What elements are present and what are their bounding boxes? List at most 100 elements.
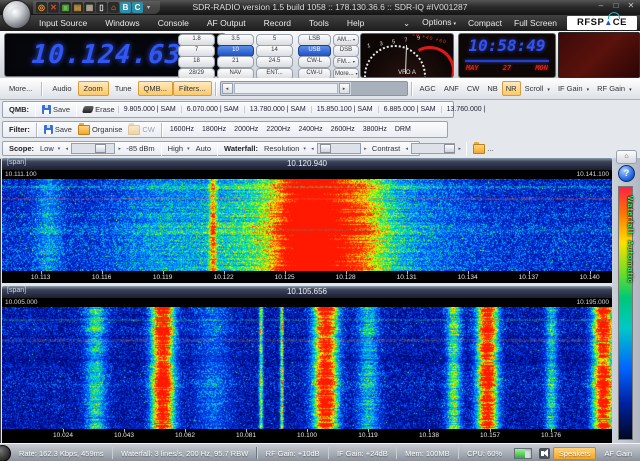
- mode-button-am[interactable]: AM...▾: [333, 34, 359, 46]
- filter-bandwidth-1800hz[interactable]: 1800Hz: [198, 126, 230, 133]
- menu-item-af-output[interactable]: AF Output: [198, 15, 255, 31]
- scope-high-dropdown[interactable]: High▾: [165, 144, 193, 153]
- menu-item-console[interactable]: Console: [149, 15, 198, 31]
- slider-track[interactable]: [411, 143, 455, 154]
- filter-bandwidth-1600hz[interactable]: 1600Hz: [166, 126, 198, 133]
- toolbar-button-qmb[interactable]: QMB...: [138, 81, 173, 96]
- band-button-3.5[interactable]: 3.5: [217, 34, 254, 46]
- qmb-memory-button[interactable]: 13.760.000 |: [441, 106, 491, 113]
- menu-item-help[interactable]: Help: [338, 15, 373, 31]
- filter-bandwidth-2600hz[interactable]: 2600Hz: [327, 126, 359, 133]
- qmb-memory-button[interactable]: 9.805.000 | SAM: [118, 106, 181, 113]
- dsp-toggle-agc[interactable]: AGC: [416, 81, 440, 96]
- scope-auto-button[interactable]: Auto: [193, 144, 214, 153]
- filter-bandwidth-3800hz[interactable]: 3800Hz: [359, 126, 391, 133]
- title-bar[interactable]: ◎✕▣▤▦▯⌂BC▾ SDR-RADIO version 1.5 build 1…: [0, 0, 640, 15]
- dsp-toggle-nb[interactable]: NB: [483, 81, 501, 96]
- tools-icon[interactable]: ✕: [48, 2, 59, 13]
- dsp-toggle-anf[interactable]: ANF: [440, 81, 463, 96]
- mode-button-lsb[interactable]: LSB: [298, 34, 331, 46]
- tuning-scrollbar[interactable]: ◂ ▸: [220, 81, 408, 96]
- monitor-icon[interactable]: ▣: [60, 2, 71, 13]
- qmb-memory-button[interactable]: 6.070.000 | SAM: [181, 106, 244, 113]
- qmb-erase-button[interactable]: Erase: [80, 105, 118, 114]
- waterfall-display-2[interactable]: [2, 307, 612, 429]
- band-button-5[interactable]: 5: [256, 34, 293, 46]
- maximize-button[interactable]: □: [611, 1, 621, 10]
- target-icon[interactable]: ◎: [36, 2, 47, 13]
- menu-item-input-source[interactable]: Input Source: [30, 15, 96, 31]
- toolbar-button-zoom[interactable]: Zoom: [78, 81, 109, 96]
- slider-track[interactable]: [317, 143, 361, 154]
- waterfall-1-header[interactable]: [span] 10.120.940: [2, 158, 612, 170]
- waterfall-1-frequency-scale[interactable]: 10.11310.11610.11910.12210.12510.12810.1…: [2, 271, 612, 283]
- pin-panel-button[interactable]: ⌂: [616, 150, 637, 164]
- band-button-24.5[interactable]: 24.5: [256, 56, 293, 68]
- dropdown-rf-gain[interactable]: RF Gain ▾: [593, 82, 636, 95]
- slider-thumb[interactable]: [444, 144, 455, 153]
- af-gain-label[interactable]: AF Gain: [596, 449, 640, 458]
- band-button-21[interactable]: 21: [217, 56, 254, 68]
- band-button-10[interactable]: 10: [217, 45, 254, 57]
- home-icon[interactable]: ⌂: [108, 2, 119, 13]
- dropdown-scroll[interactable]: Scroll ▾: [521, 82, 554, 95]
- waterfall-options-button[interactable]: ...: [470, 144, 496, 154]
- resolution-slider[interactable]: ◂ ▸: [309, 143, 369, 154]
- filter-bandwidth-2400hz[interactable]: 2400Hz: [294, 126, 326, 133]
- slider-left-arrow-icon[interactable]: ◂: [63, 146, 70, 152]
- mode-button-cw-l[interactable]: CW-L: [298, 56, 331, 68]
- band-button-18[interactable]: 18: [178, 56, 215, 68]
- slider-track[interactable]: [71, 143, 115, 154]
- mode-button-fm[interactable]: FM...▾: [333, 56, 359, 68]
- toolbar-button-audio[interactable]: Audio: [46, 81, 77, 96]
- filter-bandwidth-drm[interactable]: DRM: [391, 126, 415, 133]
- dsp-toggle-cw[interactable]: CW: [463, 81, 484, 96]
- speakers-button[interactable]: Speakers: [553, 447, 597, 460]
- qmb-save-button[interactable]: Save: [39, 105, 73, 114]
- qmb-memory-button[interactable]: 6.885.000 | SAM: [378, 106, 441, 113]
- keyboard-icon[interactable]: ▦: [84, 2, 95, 13]
- badge-b-icon[interactable]: B: [120, 2, 131, 13]
- menu-item-compact[interactable]: Compact: [463, 15, 507, 31]
- qmb-memory-button[interactable]: 13.780.000 | SAM: [244, 106, 311, 113]
- minimize-button[interactable]: –: [596, 1, 606, 10]
- slider-left-arrow-icon[interactable]: ◂: [309, 146, 316, 152]
- menu-overflow-chevron-icon[interactable]: ⌄: [398, 15, 415, 31]
- scope-low-dropdown[interactable]: Low▾: [37, 144, 63, 153]
- slider-right-arrow-icon[interactable]: ▸: [116, 146, 123, 152]
- slider-right-arrow-icon[interactable]: ▸: [456, 146, 463, 152]
- toolbar-button-filters[interactable]: Filters...: [173, 81, 212, 96]
- mode-button-dsb[interactable]: DSB: [333, 45, 359, 57]
- filter-organise-button[interactable]: Organise: [75, 125, 125, 135]
- scroll-right-button[interactable]: ▸: [339, 83, 350, 94]
- filter-bandwidth-2000hz[interactable]: 2000Hz: [230, 126, 262, 133]
- scope-low-slider[interactable]: ◂ ▸: [63, 143, 123, 154]
- contrast-slider[interactable]: ◂ ▸: [403, 143, 463, 154]
- document-icon[interactable]: ▯: [96, 2, 107, 13]
- menu-item-tools[interactable]: Tools: [300, 15, 338, 31]
- band-button-1.8[interactable]: 1.8: [178, 34, 215, 46]
- help-button[interactable]: ?: [618, 165, 635, 182]
- slider-left-arrow-icon[interactable]: ◂: [403, 146, 410, 152]
- dsp-toggle-nr[interactable]: NR: [502, 81, 521, 96]
- mode-button-usb[interactable]: USB: [298, 45, 331, 57]
- badge-c-icon[interactable]: C: [132, 2, 143, 13]
- qmb-memory-button[interactable]: 15.850.100 | SAM: [311, 106, 378, 113]
- dropdown-if-gain[interactable]: IF Gain ▾: [554, 82, 593, 95]
- menu-item-windows[interactable]: Windows: [96, 15, 148, 31]
- menu-item-record[interactable]: Record: [255, 15, 300, 31]
- close-button[interactable]: ✕: [626, 1, 636, 10]
- menu-item-options[interactable]: Options▾: [417, 14, 461, 32]
- waterfall-resolution-dropdown[interactable]: Resolution▾: [261, 144, 309, 153]
- filter-bandwidth-2200hz[interactable]: 2200Hz: [262, 126, 294, 133]
- waterfall-2-frequency-scale[interactable]: 10.02410.04310.06210.08110.10010.11910.1…: [2, 429, 612, 443]
- band-button-7[interactable]: 7: [178, 45, 215, 57]
- waterfall-display-1[interactable]: [2, 179, 612, 271]
- menu-item-fullscreen[interactable]: Full Screen: [509, 15, 562, 31]
- band-button-14[interactable]: 14: [256, 45, 293, 57]
- toolbar-button-more[interactable]: More...: [3, 81, 38, 96]
- scroll-left-button[interactable]: ◂: [222, 83, 233, 94]
- filter-save-button[interactable]: Save: [41, 125, 75, 134]
- calendar-icon[interactable]: ▤: [72, 2, 83, 13]
- scrollbar-track[interactable]: [234, 83, 338, 94]
